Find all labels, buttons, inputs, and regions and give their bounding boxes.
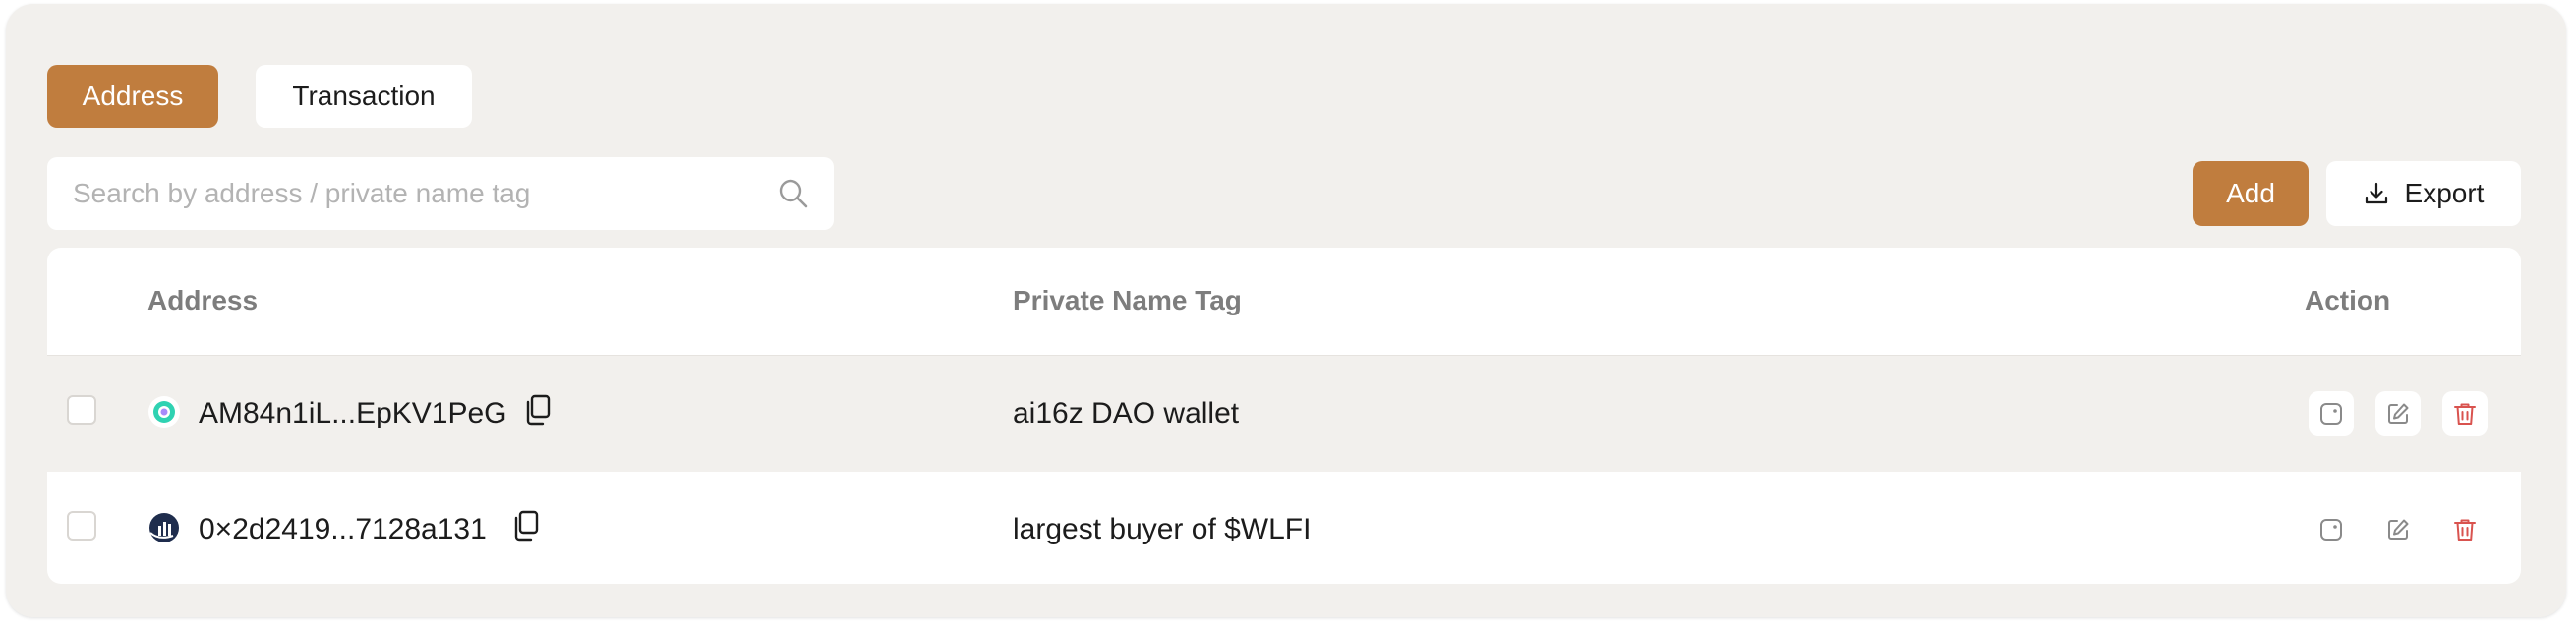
column-header-action: Action <box>2305 285 2391 315</box>
search-input[interactable] <box>71 177 743 210</box>
search-icon[interactable] <box>777 177 810 210</box>
column-header-address: Address <box>147 285 259 315</box>
edit-button[interactable] <box>2375 507 2421 552</box>
chart-logo-icon <box>149 513 179 542</box>
row-checkbox[interactable] <box>67 395 96 425</box>
export-label: Export <box>2404 178 2485 208</box>
circle-target-icon <box>148 396 180 428</box>
address-table: Address Private Name Tag Action AM84n1iL… <box>47 248 2521 584</box>
wallet-view-icon <box>2320 519 2342 541</box>
watchlist-panel: Address Transaction Add Export Address P… <box>6 4 2566 617</box>
delete-button[interactable] <box>2442 507 2488 552</box>
edit-button[interactable] <box>2375 391 2421 436</box>
table-row: AM84n1iL...EpKV1PeG ai16z DAO wallet <box>47 356 2521 468</box>
table-header: Address Private Name Tag Action <box>47 248 2521 356</box>
edit-icon <box>2388 403 2409 424</box>
delete-button[interactable] <box>2442 391 2488 436</box>
row-checkbox[interactable] <box>67 511 96 541</box>
private-name-tag: largest buyer of $WLFI <box>1013 513 1312 545</box>
address-link[interactable]: AM84n1iL...EpKV1PeG <box>199 397 507 430</box>
address-link[interactable]: 0×2d2419...7128a131 <box>199 513 487 546</box>
search-box <box>47 157 834 230</box>
view-button[interactable] <box>2309 391 2354 436</box>
export-button[interactable]: Export <box>2326 161 2521 226</box>
copy-icon[interactable] <box>511 509 541 542</box>
view-button[interactable] <box>2309 507 2354 552</box>
table-row: 0×2d2419...7128a131 largest buyer of $WL… <box>47 472 2521 584</box>
trash-icon <box>2454 519 2476 541</box>
tab-address[interactable]: Address <box>47 65 218 128</box>
private-name-tag: ai16z DAO wallet <box>1013 397 1240 429</box>
tab-transaction[interactable]: Transaction <box>256 65 472 128</box>
trash-icon <box>2454 403 2476 425</box>
copy-icon[interactable] <box>523 393 553 427</box>
edit-icon <box>2388 519 2409 540</box>
wallet-view-icon <box>2320 403 2342 425</box>
column-header-private-name-tag: Private Name Tag <box>1013 285 1242 315</box>
add-button[interactable]: Add <box>2193 161 2309 226</box>
download-icon <box>2365 182 2387 204</box>
